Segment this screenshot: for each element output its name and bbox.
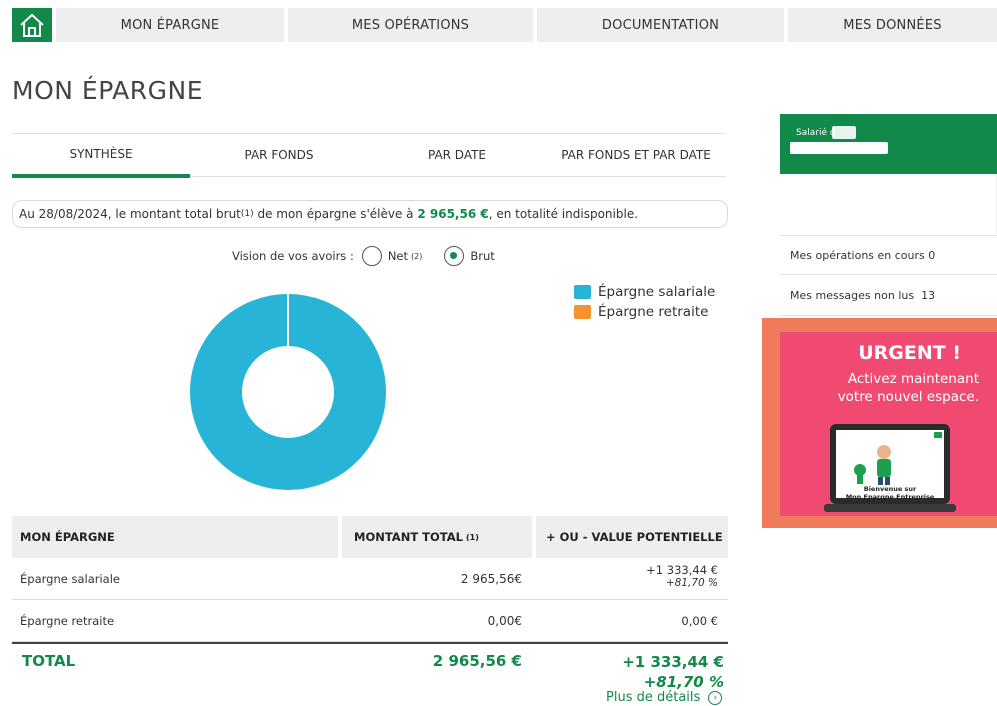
row-label: Épargne salariale bbox=[20, 572, 120, 586]
laptop-illustration: Bienvenue sur Mon Epargne Entreprise bbox=[824, 424, 956, 512]
tab-par-fonds-et-par-date[interactable]: PAR FONDS ET PAR DATE bbox=[546, 134, 726, 176]
legend-swatch-retraite bbox=[574, 305, 591, 319]
messages-count: 13 bbox=[921, 289, 936, 302]
vision-toggle: Vision de vos avoirs : Net (2) Brut bbox=[232, 245, 495, 267]
pending-operations-link[interactable]: Mes opérations en cours 0 bbox=[780, 235, 997, 275]
savings-table: MON ÉPARGNE MONTANT TOTAL (1) + OU - VALU… bbox=[12, 516, 728, 702]
promo-screen-line-2: Mon Epargne Entreprise bbox=[846, 493, 935, 501]
savings-donut-chart bbox=[190, 294, 386, 490]
summary-middle: de mon épargne s'élève à bbox=[253, 207, 418, 221]
chevron-right-icon: › bbox=[708, 690, 723, 705]
tab-synthese[interactable]: SYNTHÈSE bbox=[12, 134, 190, 178]
promo-banner[interactable]: URGENT ! Activez maintenant votre nouvel… bbox=[762, 318, 997, 528]
employee-header: Salarié d bbox=[780, 114, 997, 174]
legend-item-salariale: Épargne salariale bbox=[574, 282, 715, 302]
header-montant-note: (1) bbox=[465, 532, 479, 542]
legend-swatch-salariale bbox=[574, 285, 591, 299]
row-plus-value: +1 333,44 € +81,70 % bbox=[646, 564, 718, 590]
savings-summary: Au 28/08/2024, le montant total brut (1) … bbox=[12, 200, 728, 228]
summary-amount: 2 965,56 € bbox=[417, 207, 489, 221]
messages-label: Mes messages non lus bbox=[790, 289, 915, 302]
row-montant: 0,00€ bbox=[487, 614, 522, 628]
row-label: Épargne retraite bbox=[20, 614, 115, 628]
header-plus-value: + OU - VALUE POTENTIELLE bbox=[536, 516, 728, 558]
total-label: TOTAL bbox=[22, 652, 76, 670]
table-row: Épargne salariale 2 965,56€ +1 333,44 € … bbox=[12, 558, 728, 600]
total-pv-amount: +1 333,44 € bbox=[622, 653, 724, 671]
promo-screen-line-1: Bienvenue sur bbox=[864, 485, 917, 493]
nav-mes-operations[interactable]: MES OPÉRATIONS bbox=[288, 8, 533, 42]
row-plus-value: 0,00 € bbox=[681, 600, 718, 642]
legend-label-salariale: Épargne salariale bbox=[598, 284, 716, 300]
promo-line-2: votre nouvel espace. bbox=[837, 389, 979, 405]
unread-messages-link[interactable]: Mes messages non lus 13 bbox=[780, 276, 997, 316]
home-icon bbox=[20, 13, 44, 37]
row-pv-percent: +81,70 % bbox=[665, 577, 718, 589]
operations-label: Mes opérations en cours bbox=[790, 248, 925, 262]
radio-net[interactable] bbox=[361, 246, 382, 266]
page-title: MON ÉPARGNE bbox=[12, 76, 204, 105]
top-navigation: MON ÉPARGNE MES OPÉRATIONS DOCUMENTATION… bbox=[0, 0, 997, 44]
promo-line-1: Activez maintenant bbox=[847, 371, 979, 387]
promo-content: URGENT ! Activez maintenant votre nouvel… bbox=[780, 332, 997, 516]
table-row: Épargne retraite 0,00€ 0,00 € bbox=[12, 600, 728, 642]
employee-body bbox=[780, 174, 997, 234]
total-plus-value: +1 333,44 € +81,70 % bbox=[622, 652, 724, 692]
summary-note: (1) bbox=[240, 209, 254, 219]
table-header: MON ÉPARGNE MONTANT TOTAL (1) + OU - VALU… bbox=[12, 516, 728, 558]
summary-suffix: , en totalité indisponible. bbox=[488, 207, 639, 221]
legend-label-retraite: Épargne retraite bbox=[598, 304, 709, 320]
brut-label: Brut bbox=[470, 249, 495, 263]
redaction-mark bbox=[790, 142, 888, 154]
legend-item-retraite: Épargne retraite bbox=[574, 302, 715, 322]
row-montant: 2 965,56€ bbox=[460, 572, 522, 586]
tab-bar: SYNTHÈSE PAR FONDS PAR DATE PAR FONDS ET… bbox=[12, 133, 726, 178]
home-button[interactable] bbox=[12, 8, 52, 42]
header-montant-label: MONTANT TOTAL bbox=[354, 530, 463, 544]
details-label: Plus de détails bbox=[606, 690, 701, 705]
nav-documentation[interactable]: DOCUMENTATION bbox=[537, 8, 784, 42]
vision-label: Vision de vos avoirs : bbox=[232, 249, 354, 263]
details-link[interactable]: Plus de détails › bbox=[606, 690, 723, 705]
promo-text: Activez maintenant votre nouvel espace. bbox=[780, 370, 979, 406]
redaction-mark bbox=[832, 126, 856, 139]
radio-brut[interactable] bbox=[444, 246, 465, 266]
summary-prefix: Au 28/08/2024, le montant total brut bbox=[19, 207, 241, 221]
operations-count: 0 bbox=[928, 248, 936, 262]
header-montant-total: MONTANT TOTAL (1) bbox=[342, 516, 532, 558]
promo-title: URGENT ! bbox=[858, 342, 961, 364]
nav-mes-donnees[interactable]: MES DONNÉES bbox=[788, 8, 997, 42]
total-montant: 2 965,56 € bbox=[432, 652, 522, 670]
row-pv-amount: 0,00 € bbox=[681, 613, 718, 628]
row-pv-amount: +1 333,44 € bbox=[646, 563, 718, 577]
tab-par-fonds[interactable]: PAR FONDS bbox=[190, 134, 368, 176]
employee-label: Salarié d bbox=[796, 128, 836, 138]
net-note: (2) bbox=[411, 251, 423, 261]
chart-legend: Épargne salariale Épargne retraite bbox=[574, 282, 715, 322]
header-mon-epargne: MON ÉPARGNE bbox=[12, 516, 338, 558]
nav-mon-epargne[interactable]: MON ÉPARGNE bbox=[56, 8, 284, 42]
tab-par-date[interactable]: PAR DATE bbox=[368, 134, 546, 176]
total-pv-percent: +81,70 % bbox=[643, 673, 724, 691]
net-label: Net bbox=[387, 249, 409, 263]
